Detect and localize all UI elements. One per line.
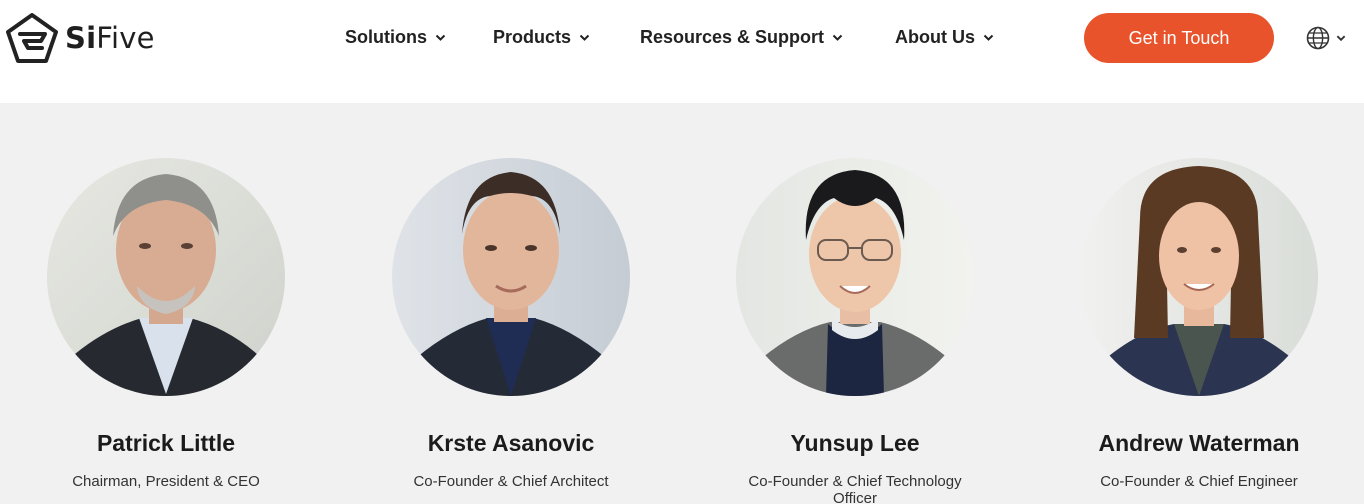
team-member-title: Co-Founder & Chief Engineer bbox=[1100, 473, 1298, 490]
brand-name: SiFive bbox=[65, 21, 155, 55]
nav-products-label: Products bbox=[493, 26, 572, 47]
portrait-image bbox=[392, 158, 630, 396]
avatar bbox=[47, 158, 285, 396]
chevron-down-icon bbox=[832, 34, 843, 41]
chevron-down-icon bbox=[435, 34, 446, 41]
portrait-image bbox=[1080, 158, 1318, 396]
team-member-title: Co-Founder & Chief Architect bbox=[413, 473, 609, 490]
nav-products[interactable]: Products bbox=[493, 24, 590, 50]
site-header: SiFive Solutions Products Resources & Su… bbox=[0, 0, 1364, 103]
nav-solutions[interactable]: Solutions bbox=[345, 24, 446, 50]
avatar bbox=[736, 158, 974, 396]
sifive-logo[interactable]: SiFive bbox=[5, 12, 155, 64]
nav-resources-label: Resources & Support bbox=[640, 26, 825, 47]
team-member-name: Andrew Waterman bbox=[1098, 430, 1300, 456]
nav-about-label: About Us bbox=[895, 26, 975, 47]
team-member-title: Co-Founder & Chief Technology Officer bbox=[748, 473, 962, 504]
avatar bbox=[392, 158, 630, 396]
team-member-title: Chairman, President & CEO bbox=[72, 473, 260, 490]
nav-solutions-label: Solutions bbox=[345, 26, 427, 47]
portrait-image bbox=[736, 158, 974, 396]
chevron-down-icon bbox=[983, 34, 994, 41]
sifive-logo-icon bbox=[6, 13, 58, 63]
chevron-down-icon bbox=[579, 34, 590, 41]
chevron-down-icon bbox=[1336, 35, 1346, 42]
avatar bbox=[1080, 158, 1318, 396]
get-in-touch-button[interactable]: Get in Touch bbox=[1084, 13, 1274, 63]
team-member-name: Krste Asanovic bbox=[427, 430, 595, 456]
nav-resources-support[interactable]: Resources & Support bbox=[640, 24, 843, 50]
language-selector[interactable] bbox=[1305, 24, 1346, 52]
team-member-name: Yunsup Lee bbox=[790, 430, 920, 456]
nav-about-us[interactable]: About Us bbox=[895, 24, 994, 50]
team-member-name: Patrick Little bbox=[96, 430, 236, 456]
portrait-image bbox=[47, 158, 285, 396]
globe-icon bbox=[1306, 26, 1330, 50]
